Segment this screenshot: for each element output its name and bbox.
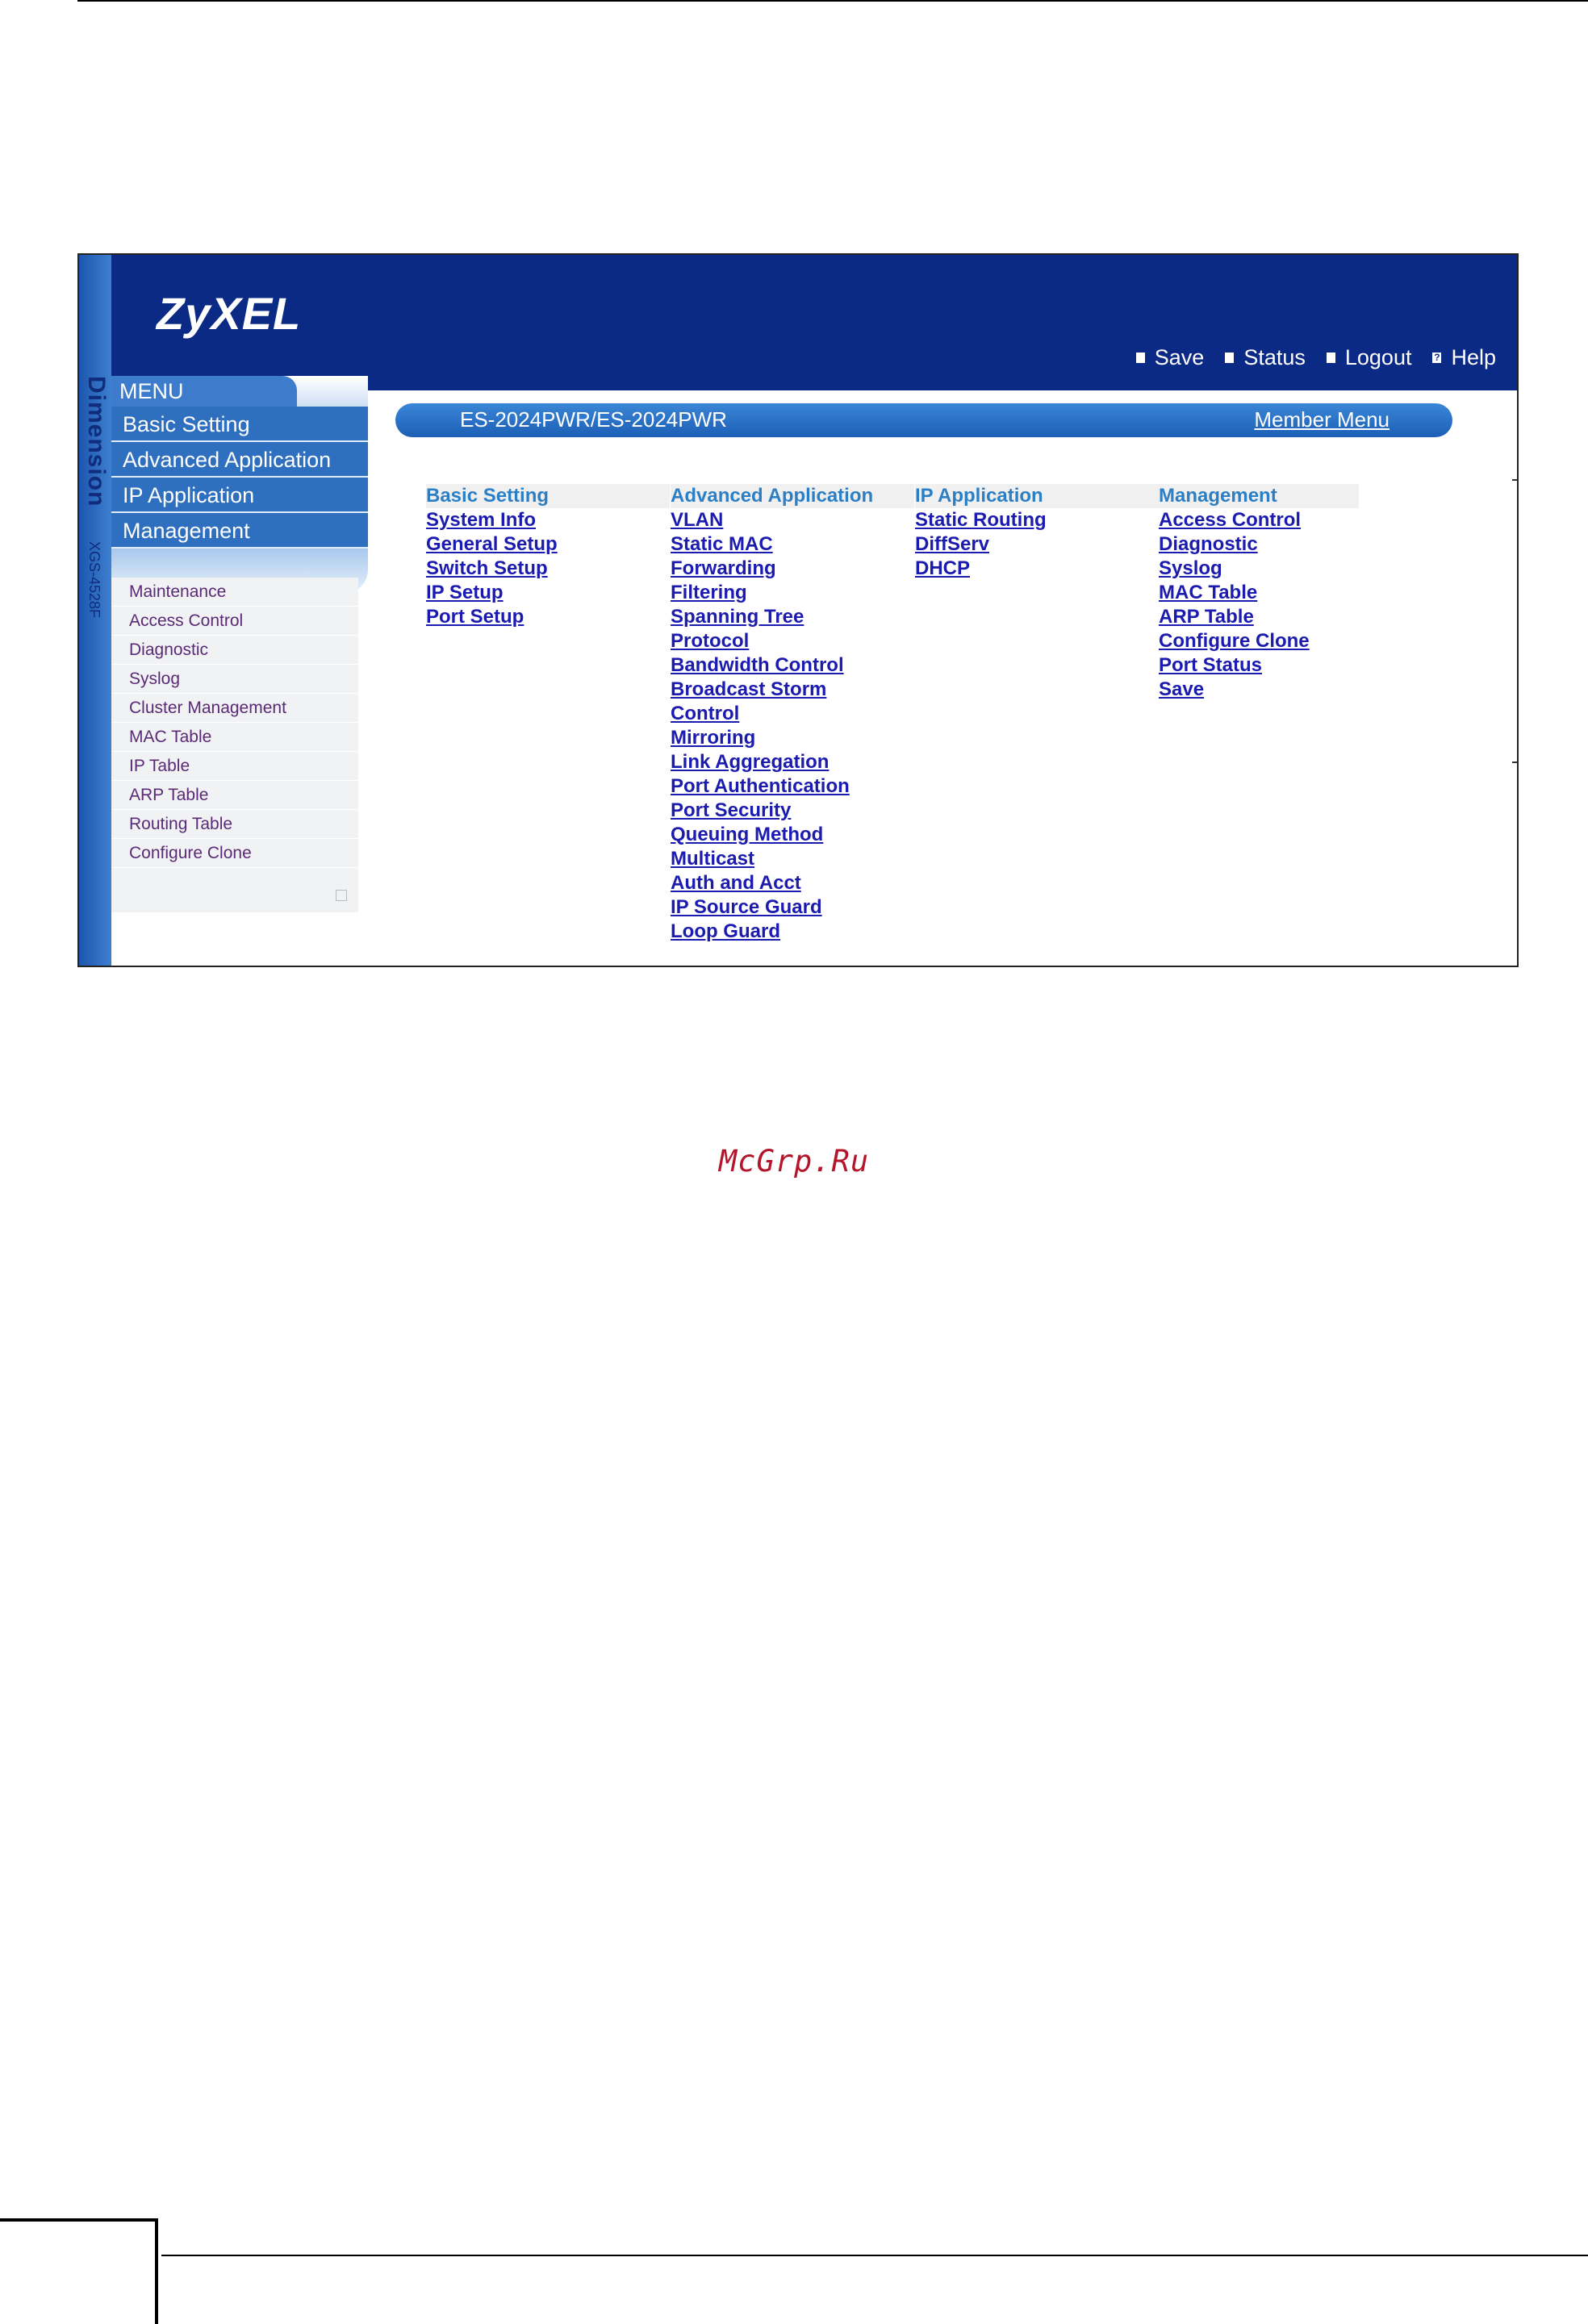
link-control[interactable]: Control <box>671 702 914 726</box>
link-port-setup[interactable]: Port Setup <box>426 605 670 629</box>
watermark-text: McGrp.Ru <box>718 1144 870 1179</box>
link-loop-guard[interactable]: Loop Guard <box>671 920 914 944</box>
link-link-aggregation[interactable]: Link Aggregation <box>671 750 914 774</box>
submenu-item-routing-table[interactable]: Routing Table <box>111 810 358 839</box>
link-spanning-tree[interactable]: Spanning Tree <box>671 605 914 629</box>
status-link-label: Status <box>1243 345 1306 369</box>
link-general-setup[interactable]: General Setup <box>426 532 670 557</box>
column-heading: Advanced Application <box>671 484 914 508</box>
submenu-item-ip-table[interactable]: IP Table <box>111 752 358 781</box>
frame-tick <box>1512 761 1517 763</box>
resize-grip-icon <box>336 890 347 901</box>
link-port-authentication[interactable]: Port Authentication <box>671 774 914 799</box>
logout-icon <box>1323 349 1339 366</box>
link-save[interactable]: Save <box>1159 678 1359 702</box>
device-title: ES-2024PWR/ES-2024PWR <box>460 407 727 432</box>
submenu-item-arp-table[interactable]: ARP Table <box>111 781 358 810</box>
link-arp-table[interactable]: ARP Table <box>1159 605 1359 629</box>
link-access-control[interactable]: Access Control <box>1159 508 1359 532</box>
switch-web-configurator-screenshot: ZyXEL Save Status Logout ? Help Dimensio… <box>77 253 1519 967</box>
column-heading: Basic Setting <box>426 484 670 508</box>
link-broadcast-storm[interactable]: Broadcast Storm <box>671 678 914 702</box>
menu-item-ip-application[interactable]: IP Application <box>111 478 368 513</box>
column-heading: Management <box>1159 484 1359 508</box>
logout-link[interactable]: Logout <box>1323 345 1412 370</box>
link-ip-setup[interactable]: IP Setup <box>426 581 670 605</box>
help-link[interactable]: ? Help <box>1429 345 1496 370</box>
zyxel-logo: ZyXEL <box>157 288 302 339</box>
main-menu: MENU Basic Setting Advanced Application … <box>111 376 368 594</box>
link-queuing-method[interactable]: Queuing Method <box>671 823 914 847</box>
link-forwarding[interactable]: Forwarding <box>671 557 914 581</box>
page-number-box <box>0 2218 158 2324</box>
link-diffserv[interactable]: DiffServ <box>915 532 1159 557</box>
link-mac-table[interactable]: MAC Table <box>1159 581 1359 605</box>
status-icon <box>1222 349 1238 366</box>
link-system-info[interactable]: System Info <box>426 508 670 532</box>
dimension-brand-text: Dimension <box>83 376 110 507</box>
link-diagnostic[interactable]: Diagnostic <box>1159 532 1359 557</box>
link-static-routing[interactable]: Static Routing <box>915 508 1159 532</box>
link-multicast[interactable]: Multicast <box>671 847 914 871</box>
link-ip-source-guard[interactable]: IP Source Guard <box>671 895 914 920</box>
logout-link-label: Logout <box>1344 345 1412 369</box>
help-link-label: Help <box>1451 345 1496 369</box>
menu-title-label: MENU <box>119 379 184 403</box>
menu-item-basic-setting[interactable]: Basic Setting <box>111 407 368 442</box>
submenu-item-maintenance[interactable]: Maintenance <box>111 578 358 607</box>
status-link[interactable]: Status <box>1222 345 1306 370</box>
header-bar: ZyXEL Save Status Logout ? Help <box>79 255 1517 390</box>
page-bottom-rule <box>161 2255 1588 2256</box>
top-links: Save Status Logout ? Help <box>1132 345 1496 370</box>
help-icon: ? <box>1429 349 1445 366</box>
submenu-item-diagnostic[interactable]: Diagnostic <box>111 636 358 665</box>
content-title-bar: ES-2024PWR/ES-2024PWR Member Menu <box>395 403 1452 437</box>
column-management: Management Access Control Diagnostic Sys… <box>1159 484 1359 702</box>
save-icon <box>1132 349 1148 366</box>
link-mirroring[interactable]: Mirroring <box>671 726 914 750</box>
submenu-item-syslog[interactable]: Syslog <box>111 665 358 694</box>
link-dhcp[interactable]: DHCP <box>915 557 1159 581</box>
frame-tick <box>1512 479 1517 481</box>
link-syslog[interactable]: Syslog <box>1159 557 1359 581</box>
column-heading: IP Application <box>915 484 1159 508</box>
column-advanced-application: Advanced Application VLAN Static MAC For… <box>671 484 914 944</box>
link-filtering[interactable]: Filtering <box>671 581 914 605</box>
submenu-item-cluster-management[interactable]: Cluster Management <box>111 694 358 723</box>
submenu-item-configure-clone[interactable]: Configure Clone <box>111 839 358 868</box>
side-brand-strip: Dimension XGS-4528F <box>79 255 111 966</box>
link-vlan[interactable]: VLAN <box>671 508 914 532</box>
model-text: XGS-4528F <box>86 541 102 619</box>
submenu-item-access-control[interactable]: Access Control <box>111 607 358 636</box>
link-port-security[interactable]: Port Security <box>671 799 914 823</box>
link-protocol[interactable]: Protocol <box>671 629 914 653</box>
link-auth-and-acct[interactable]: Auth and Acct <box>671 871 914 895</box>
link-port-status[interactable]: Port Status <box>1159 653 1359 678</box>
link-static-mac[interactable]: Static MAC <box>671 532 914 557</box>
menu-item-management[interactable]: Management <box>111 513 368 549</box>
link-bandwidth-control[interactable]: Bandwidth Control <box>671 653 914 678</box>
save-link-label: Save <box>1154 345 1205 369</box>
page-top-rule <box>77 0 1588 2</box>
link-configure-clone[interactable]: Configure Clone <box>1159 629 1359 653</box>
column-ip-application: IP Application Static Routing DiffServ D… <box>915 484 1159 581</box>
menu-item-advanced-application[interactable]: Advanced Application <box>111 442 368 478</box>
member-menu-link[interactable]: Member Menu <box>1254 407 1390 432</box>
management-submenu: Maintenance Access Control Diagnostic Sy… <box>111 578 358 912</box>
menu-title: MENU <box>111 376 368 407</box>
save-link[interactable]: Save <box>1132 345 1205 370</box>
submenu-item-mac-table[interactable]: MAC Table <box>111 723 358 752</box>
column-basic-setting: Basic Setting System Info General Setup … <box>426 484 670 629</box>
link-switch-setup[interactable]: Switch Setup <box>426 557 670 581</box>
